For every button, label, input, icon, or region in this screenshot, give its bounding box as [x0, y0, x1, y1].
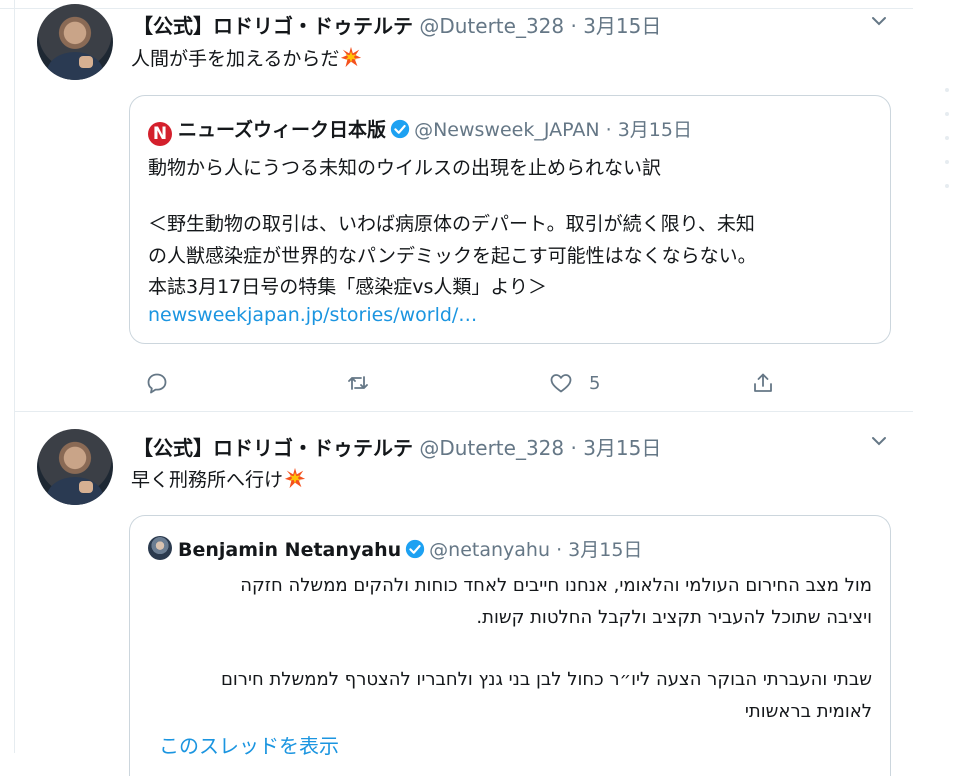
quote-line: מול מצב החירום העולמי והלאומי, אנחנו חיי…	[240, 575, 872, 596]
quote-author-name: Benjamin Netanyahu	[178, 539, 402, 561]
chevron-down-icon[interactable]	[870, 12, 888, 30]
retweet-icon	[348, 376, 368, 390]
author-handle[interactable]: @Duterte_328	[419, 14, 564, 38]
tweet-date[interactable]: 3月15日	[583, 14, 661, 38]
quote-date: 3月15日	[568, 539, 643, 561]
author-handle[interactable]: @Duterte_328	[419, 436, 564, 460]
quote-header: Benjamin Netanyahu @netanyahu · 3月15日	[148, 535, 642, 562]
author-name[interactable]: 【公式】ロドリゴ・ドゥテルテ	[133, 14, 413, 38]
separator-dot: ·	[570, 14, 577, 38]
right-column	[913, 0, 957, 753]
separator-dot: ·	[605, 119, 612, 141]
newsweek-logo: N	[148, 122, 172, 146]
quote-author-handle: @netanyahu	[429, 539, 551, 561]
avatar[interactable]	[37, 429, 113, 505]
quote-author-name: ニューズウィーク日本版	[178, 119, 387, 141]
separator-dot: ·	[556, 539, 563, 561]
quote-line: 本誌3月17日号の特集「感染症vs人類」より＞	[148, 276, 548, 298]
tweet-header: 【公式】ロドリゴ・ドゥテルテ @Duterte_328 · 3月15日	[133, 10, 661, 39]
quote-author-handle: @Newsweek_JAPAN	[414, 119, 600, 141]
tweet-text-content: 人間が手を加えるからだ	[131, 48, 340, 70]
chevron-down-icon[interactable]	[870, 432, 888, 450]
tweet-text: 人間が手を加えるからだ	[131, 44, 362, 71]
quote-line: の人獣感染症が世界的なパンデミックを起こす可能性はなくならない。	[148, 245, 757, 267]
collision-icon	[341, 46, 362, 68]
reply-icon	[147, 373, 167, 394]
like-count: 5	[589, 372, 601, 394]
heart-icon	[550, 374, 572, 393]
separator-dot: ·	[570, 436, 577, 460]
quoted-tweet[interactable]: N ニューズウィーク日本版 @Newsweek_JAPAN · 3月15日 動物か…	[129, 95, 891, 344]
show-thread-link[interactable]: このスレッドを表示	[159, 730, 339, 759]
tweet-date[interactable]: 3月15日	[583, 436, 661, 460]
quote-line: ויציבה שתוכל להעביר תקציב ולקבל החלטות ק…	[476, 607, 872, 628]
avatar[interactable]	[37, 4, 113, 80]
quote-header: N ニューズウィーク日本版 @Newsweek_JAPAN · 3月15日	[148, 115, 692, 146]
tweet-text: 早く刑務所へ行け	[131, 465, 306, 492]
timeline: 【公式】ロドリゴ・ドゥテルテ @Duterte_328 · 3月15日 人間が手…	[14, 0, 914, 776]
tweet-divider	[15, 411, 913, 412]
quote-date: 3月15日	[617, 119, 692, 141]
share-icon	[754, 373, 772, 392]
quote-avatar	[148, 536, 172, 560]
tweet-text-content: 早く刑務所へ行け	[131, 469, 284, 491]
reply-button[interactable]	[145, 368, 169, 398]
quote-link[interactable]: newsweekjapan.jp/stories/world/…	[148, 304, 477, 326]
quote-line: ＜野生動物の取引は、いわば病原体のデパート。取引が続く限り、未知	[148, 213, 755, 235]
verified-badge-icon	[390, 119, 410, 139]
verified-badge-icon	[406, 539, 425, 559]
quote-line: שבתי והעברתי הבוקר הצעה ליו״ר כחול לבן ב…	[220, 669, 872, 690]
quote-line: לאומית בראשותי	[744, 701, 872, 722]
collision-icon	[284, 467, 306, 489]
like-button[interactable]: 5	[549, 368, 600, 398]
share-button[interactable]	[751, 368, 775, 398]
quote-line: 動物から人にうつる未知のウイルスの出現を止められない訳	[148, 157, 662, 179]
author-name[interactable]: 【公式】ロドリゴ・ドゥテルテ	[133, 436, 413, 460]
tweet-header: 【公式】ロドリゴ・ドゥテルテ @Duterte_328 · 3月15日	[133, 432, 661, 461]
retweet-button[interactable]	[346, 368, 370, 398]
tweet-actions: 5	[131, 368, 891, 398]
